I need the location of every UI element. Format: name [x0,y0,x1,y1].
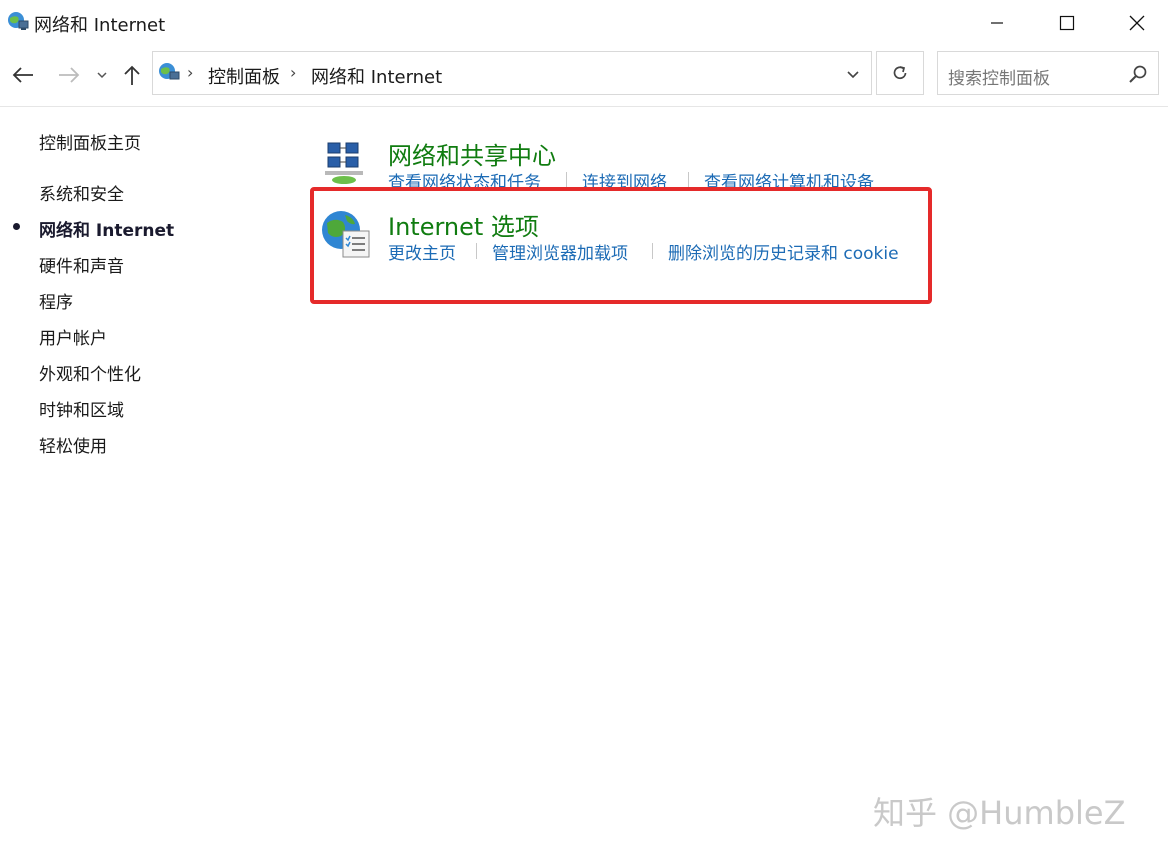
watermark: 知乎 @HumbleZ [873,794,1126,832]
active-bullet [13,223,20,230]
maximize-button[interactable] [1032,0,1102,46]
forward-arrow-icon [59,67,80,83]
highlight-box [310,187,932,304]
minimize-button[interactable] [962,0,1032,46]
link-separator [688,172,689,188]
maximize-icon [1059,15,1075,31]
sidebar-item-network-internet[interactable]: 网络和 Internet [39,216,174,241]
up-button[interactable] [118,60,146,90]
window-title: 网络和 Internet [34,15,166,36]
refresh-button[interactable] [876,51,924,95]
network-globe-icon [8,12,29,30]
sidebar-item-system-security[interactable]: 系统和安全 [39,180,124,205]
sidebar-item-user-accounts[interactable]: 用户帐户 [39,324,107,349]
back-button[interactable] [8,60,38,90]
sidebar-item-programs[interactable]: 程序 [39,288,73,313]
control-panel-icon [159,63,180,80]
title-bar: 网络和 Internet [0,0,1168,46]
category-title-network-sharing[interactable]: 网络和共享中心 [388,136,556,171]
network-sharing-icon [325,142,363,184]
sidebar-item-hardware-sound[interactable]: 硬件和声音 [39,252,124,277]
chevron-down-icon [97,72,107,79]
search-icon[interactable] [1128,64,1148,84]
minimize-icon [991,22,1003,24]
recent-locations-button[interactable] [93,60,111,90]
sidebar-item-home[interactable]: 控制面板主页 [39,129,141,154]
search-box[interactable]: 搜索控制面板 [937,51,1159,95]
search-placeholder: 搜索控制面板 [948,69,1050,89]
chevron-right-icon: › [187,63,194,82]
chevron-right-icon: › [290,63,297,82]
sidebar-item-appearance[interactable]: 外观和个性化 [39,360,141,385]
back-arrow-icon [12,67,33,83]
refresh-icon [893,66,907,80]
address-dropdown-button[interactable] [841,64,865,84]
link-separator [566,172,567,188]
address-bar[interactable]: › 控制面板 › 网络和 Internet [152,51,872,95]
sidebar-item-ease-of-access[interactable]: 轻松使用 [39,432,107,457]
divider [0,106,1168,107]
close-icon [1129,15,1145,31]
close-button[interactable] [1102,0,1168,46]
breadcrumb-network-internet[interactable]: 网络和 Internet [311,63,442,89]
navigation-bar: › 控制面板 › 网络和 Internet 搜索控制面板 [0,48,1168,102]
forward-button[interactable] [54,60,84,90]
chevron-down-icon [847,70,859,78]
up-arrow-icon [124,65,140,85]
sidebar-item-clock-region[interactable]: 时钟和区域 [39,396,124,421]
breadcrumb-control-panel[interactable]: 控制面板 [208,63,280,89]
